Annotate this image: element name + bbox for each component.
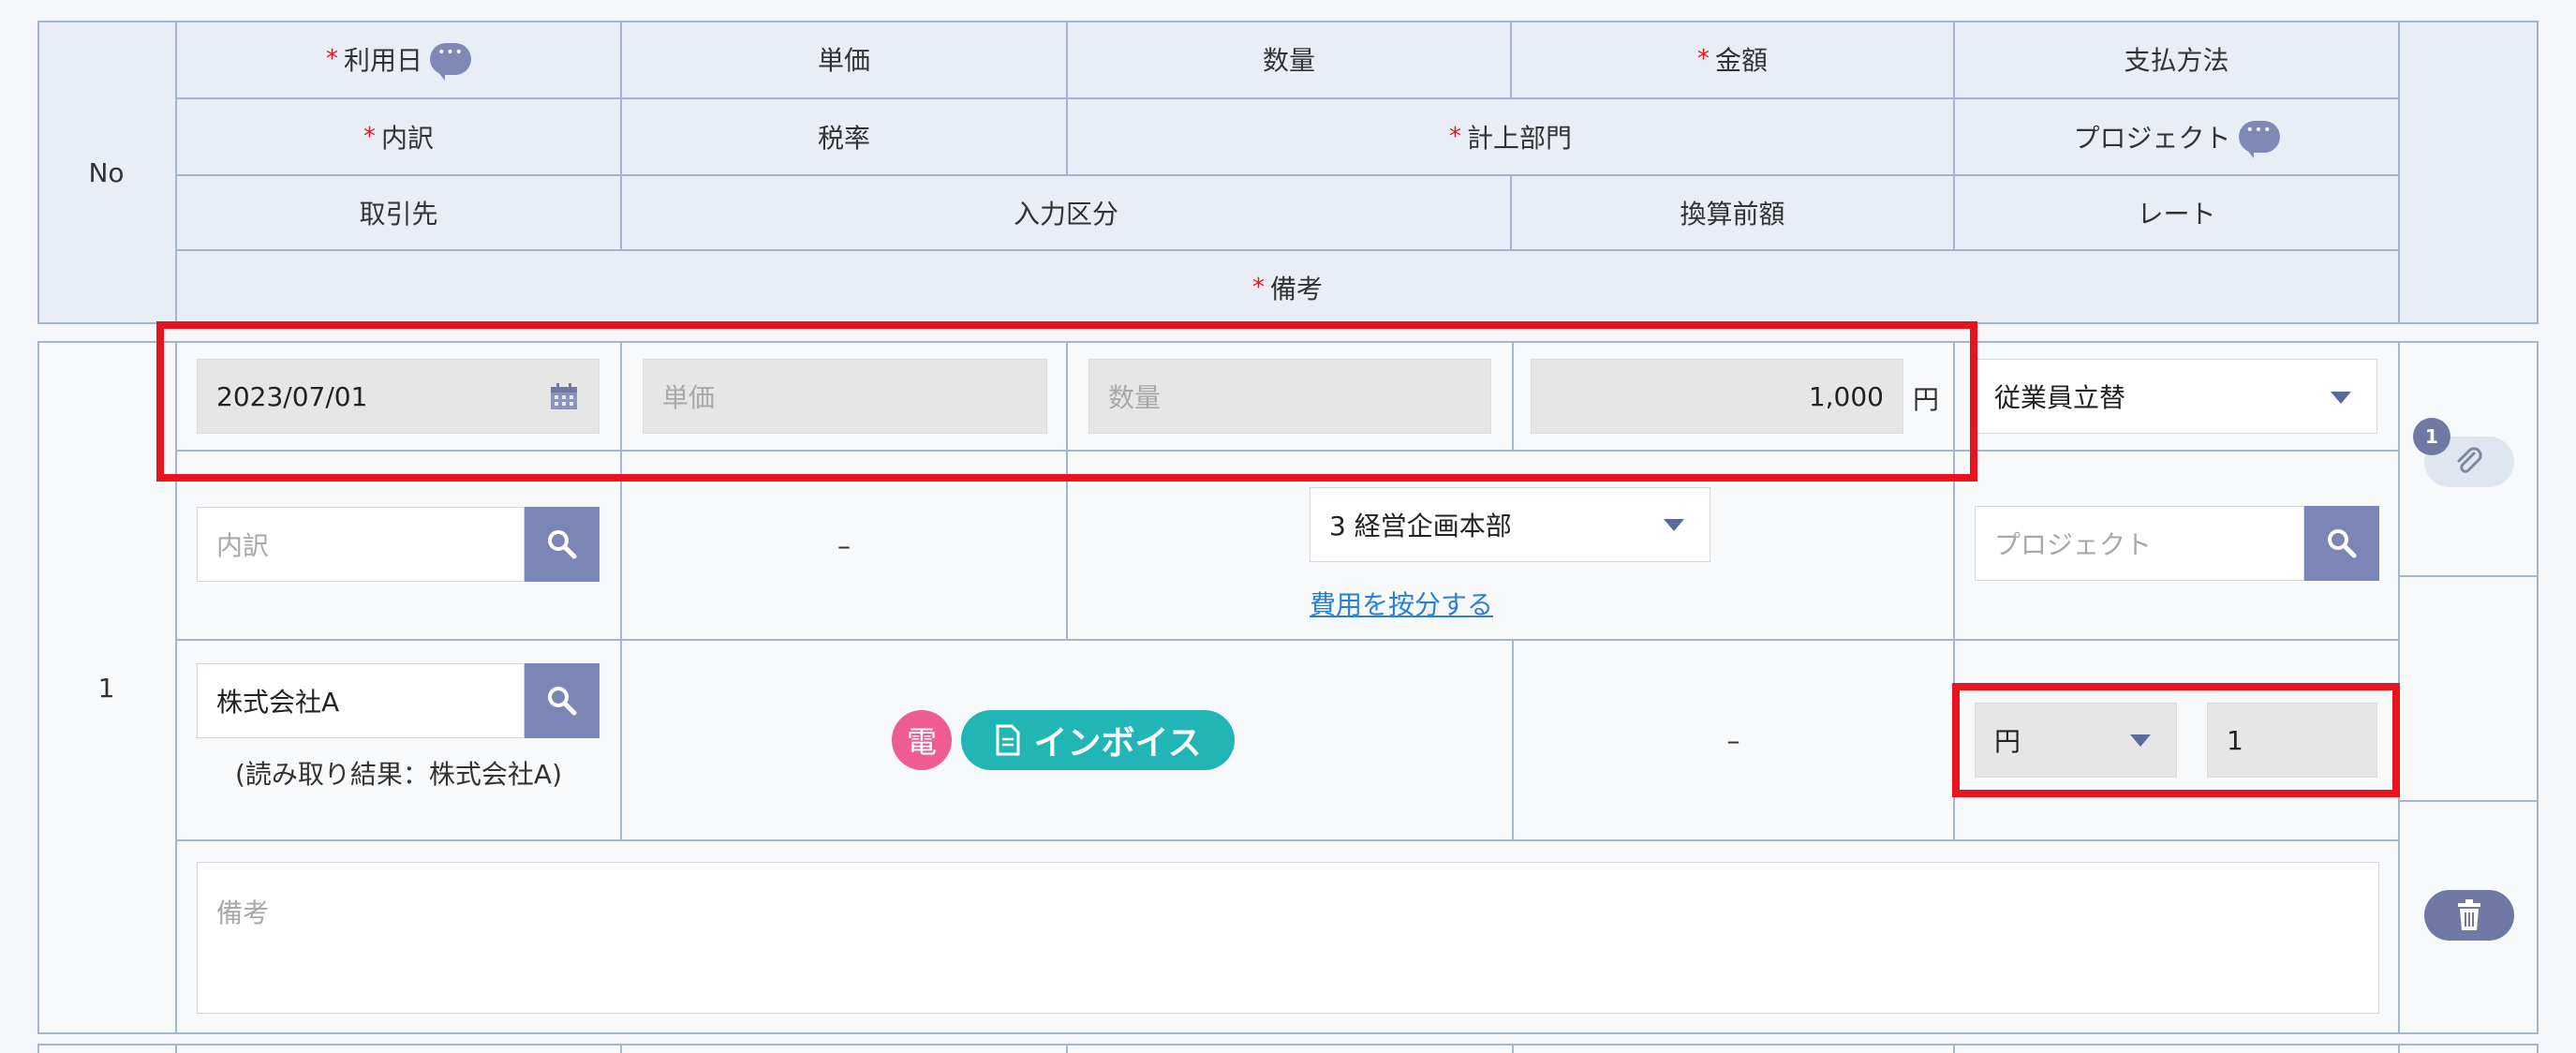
- date-field[interactable]: 2023/07/01: [197, 359, 600, 434]
- header-pre-conversion: 換算前額: [1680, 199, 1785, 230]
- comment-icon[interactable]: [430, 43, 471, 81]
- chevron-down-icon: [2130, 734, 2151, 747]
- header-breakdown: * 内訳: [363, 123, 434, 154]
- comment-icon[interactable]: [2238, 121, 2280, 158]
- breakdown-input[interactable]: 内訳: [197, 507, 525, 582]
- vendor-input[interactable]: 株式会社A: [197, 663, 525, 738]
- calendar-icon[interactable]: [549, 381, 579, 411]
- allocate-cost-link[interactable]: 費用を按分する: [1310, 585, 1493, 622]
- header-quantity: 数量: [1262, 45, 1315, 76]
- trash-icon: [2458, 899, 2480, 930]
- pre-conversion-value: –: [1726, 724, 1740, 756]
- vendor-search-button[interactable]: [525, 663, 600, 738]
- paperclip-icon: [2457, 447, 2482, 473]
- document-icon: [996, 724, 1020, 756]
- attachment-count-badge: 1: [2413, 418, 2450, 455]
- invoice-badge: インボイス: [961, 710, 1235, 770]
- tax-rate-value: –: [837, 529, 851, 561]
- header-unit-price: 単価: [817, 45, 870, 76]
- remarks-textarea[interactable]: 備考: [197, 862, 2379, 1014]
- header-amount: * 金額: [1696, 45, 1768, 76]
- amount-input[interactable]: 1,000: [1531, 359, 1903, 434]
- project-input[interactable]: プロジェクト: [1975, 506, 2304, 581]
- quantity-input[interactable]: 数量: [1088, 359, 1491, 434]
- payment-method-select[interactable]: 従業員立替: [1975, 359, 2377, 434]
- header-payment: 支払方法: [2124, 45, 2229, 76]
- department-select[interactable]: 3 経営企画本部: [1310, 487, 1710, 562]
- next-row: [37, 1044, 2539, 1053]
- chevron-down-icon: [2331, 392, 2351, 404]
- row-number: 1: [97, 672, 115, 704]
- search-icon: [548, 530, 577, 559]
- search-icon: [548, 687, 577, 716]
- vendor-read-result: (読み取り結果：株式会社A): [234, 759, 562, 790]
- header-tax-rate: 税率: [817, 123, 870, 154]
- delete-row-button[interactable]: [2424, 890, 2514, 941]
- search-icon: [2328, 529, 2357, 558]
- header-remarks: * 備考: [1251, 274, 1323, 304]
- header-rate: レート: [2137, 199, 2216, 230]
- header-input-type: 入力区分: [1013, 199, 1118, 230]
- unit-price-input[interactable]: 単価: [643, 359, 1047, 434]
- electronic-badge: 電: [892, 710, 952, 770]
- project-search-button[interactable]: [2304, 506, 2379, 581]
- header-no: No: [88, 156, 125, 188]
- header-vendor: 取引先: [359, 199, 438, 230]
- header-date: * 利用日: [177, 21, 620, 97]
- header-project: プロジェクト: [1955, 99, 2398, 174]
- breakdown-search-button[interactable]: [525, 507, 600, 582]
- amount-unit: 円: [1913, 384, 1940, 415]
- rate-input[interactable]: 1: [2207, 703, 2377, 778]
- header-department: * 計上部門: [1448, 123, 1572, 154]
- chevron-down-icon: [1664, 519, 1684, 531]
